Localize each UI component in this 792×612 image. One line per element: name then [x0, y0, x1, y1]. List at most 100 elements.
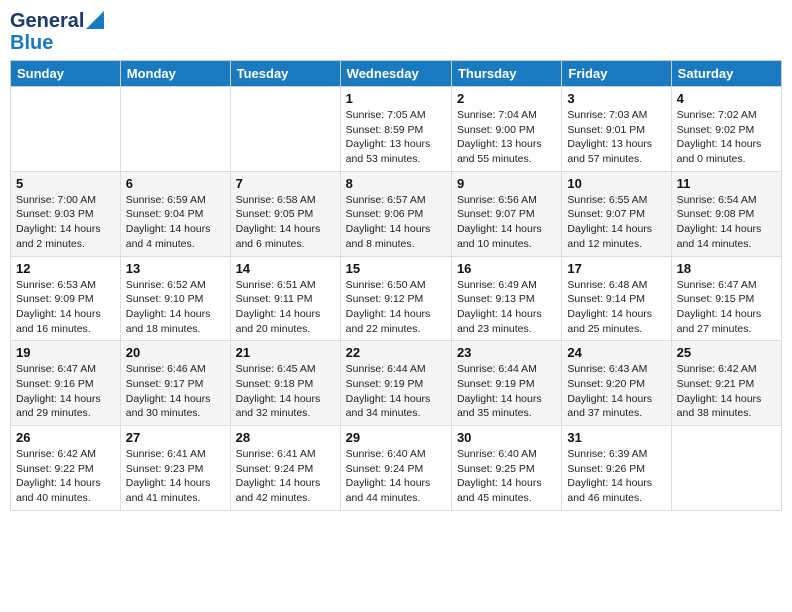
calendar-cell: 10 Sunrise: 6:55 AM Sunset: 9:07 PM Dayli…	[562, 171, 671, 256]
calendar-cell: 9 Sunrise: 6:56 AM Sunset: 9:07 PM Daylig…	[451, 171, 561, 256]
calendar-cell: 27Sunrise: 6:41 AM Sunset: 9:23 PM Dayli…	[120, 426, 230, 511]
day-number: 10	[567, 176, 665, 191]
day-number: 2	[457, 91, 556, 106]
day-number: 26	[16, 430, 115, 445]
day-number: 15	[346, 261, 446, 276]
day-number: 6	[126, 176, 225, 191]
logo-icon	[86, 9, 104, 29]
day-number: 9	[457, 176, 556, 191]
day-info: Sunrise: 6:50 AM Sunset: 9:12 PM Dayligh…	[346, 278, 446, 337]
day-number: 28	[236, 430, 335, 445]
day-number: 13	[126, 261, 225, 276]
calendar-cell: 19 Sunrise: 6:47 AM Sunset: 9:16 PM Dayli…	[11, 341, 121, 426]
day-number: 18	[677, 261, 776, 276]
calendar-table: SundayMondayTuesdayWednesdayThursdayFrid…	[10, 60, 782, 511]
column-header-tuesday: Tuesday	[230, 61, 340, 87]
day-info: Sunrise: 7:00 AM Sunset: 9:03 PM Dayligh…	[16, 193, 115, 252]
day-info: Sunrise: 6:42 AM Sunset: 9:21 PM Dayligh…	[677, 362, 776, 421]
calendar-cell: 29 Sunrise: 6:40 AM Sunset: 9:24 PM Dayli…	[340, 426, 451, 511]
calendar-cell: 30Sunrise: 6:40 AM Sunset: 9:25 PM Dayli…	[451, 426, 561, 511]
day-number: 14	[236, 261, 335, 276]
calendar-cell: 23 Sunrise: 6:44 AM Sunset: 9:19 PM Dayli…	[451, 341, 561, 426]
day-info: Sunrise: 6:43 AM Sunset: 9:20 PM Dayligh…	[567, 362, 665, 421]
day-number: 23	[457, 345, 556, 360]
calendar-cell: 8 Sunrise: 6:57 AM Sunset: 9:06 PM Daylig…	[340, 171, 451, 256]
day-info: Sunrise: 6:45 AM Sunset: 9:18 PM Dayligh…	[236, 362, 335, 421]
calendar-cell: 4 Sunrise: 7:02 AM Sunset: 9:02 PM Daylig…	[671, 87, 781, 172]
day-info: Sunrise: 6:52 AM Sunset: 9:10 PM Dayligh…	[126, 278, 225, 337]
day-info: Sunrise: 6:40 AM Sunset: 9:24 PM Dayligh…	[346, 447, 446, 506]
calendar-cell: 11Sunrise: 6:54 AM Sunset: 9:08 PM Dayli…	[671, 171, 781, 256]
column-header-friday: Friday	[562, 61, 671, 87]
day-info: Sunrise: 6:57 AM Sunset: 9:06 PM Dayligh…	[346, 193, 446, 252]
calendar-cell: 7 Sunrise: 6:58 AM Sunset: 9:05 PM Daylig…	[230, 171, 340, 256]
day-number: 17	[567, 261, 665, 276]
logo: General Blue	[10, 10, 104, 54]
day-info: Sunrise: 6:39 AM Sunset: 9:26 PM Dayligh…	[567, 447, 665, 506]
day-number: 22	[346, 345, 446, 360]
day-info: Sunrise: 7:03 AM Sunset: 9:01 PM Dayligh…	[567, 108, 665, 167]
calendar-header-row: SundayMondayTuesdayWednesdayThursdayFrid…	[11, 61, 782, 87]
day-info: Sunrise: 6:55 AM Sunset: 9:07 PM Dayligh…	[567, 193, 665, 252]
calendar-cell: 22 Sunrise: 6:44 AM Sunset: 9:19 PM Dayli…	[340, 341, 451, 426]
calendar-cell: 18Sunrise: 6:47 AM Sunset: 9:15 PM Dayli…	[671, 256, 781, 341]
calendar-cell: 17 Sunrise: 6:48 AM Sunset: 9:14 PM Dayli…	[562, 256, 671, 341]
calendar-cell	[11, 87, 121, 172]
calendar-cell: 21 Sunrise: 6:45 AM Sunset: 9:18 PM Dayli…	[230, 341, 340, 426]
calendar-cell: 31Sunrise: 6:39 AM Sunset: 9:26 PM Dayli…	[562, 426, 671, 511]
day-number: 21	[236, 345, 335, 360]
day-number: 8	[346, 176, 446, 191]
column-header-sunday: Sunday	[11, 61, 121, 87]
calendar-cell: 13 Sunrise: 6:52 AM Sunset: 9:10 PM Dayli…	[120, 256, 230, 341]
day-info: Sunrise: 6:51 AM Sunset: 9:11 PM Dayligh…	[236, 278, 335, 337]
day-info: Sunrise: 7:02 AM Sunset: 9:02 PM Dayligh…	[677, 108, 776, 167]
column-header-wednesday: Wednesday	[340, 61, 451, 87]
day-info: Sunrise: 6:47 AM Sunset: 9:16 PM Dayligh…	[16, 362, 115, 421]
day-number: 1	[346, 91, 446, 106]
day-info: Sunrise: 6:53 AM Sunset: 9:09 PM Dayligh…	[16, 278, 115, 337]
column-header-thursday: Thursday	[451, 61, 561, 87]
day-number: 4	[677, 91, 776, 106]
calendar-cell: 25 Sunrise: 6:42 AM Sunset: 9:21 PM Dayli…	[671, 341, 781, 426]
calendar-week-row: 5 Sunrise: 7:00 AM Sunset: 9:03 PM Daylig…	[11, 171, 782, 256]
calendar-cell: 2 Sunrise: 7:04 AM Sunset: 9:00 PM Daylig…	[451, 87, 561, 172]
day-number: 25	[677, 345, 776, 360]
day-info: Sunrise: 6:44 AM Sunset: 9:19 PM Dayligh…	[346, 362, 446, 421]
day-number: 16	[457, 261, 556, 276]
day-number: 19	[16, 345, 115, 360]
calendar-cell: 28Sunrise: 6:41 AM Sunset: 9:24 PM Dayli…	[230, 426, 340, 511]
day-info: Sunrise: 7:05 AM Sunset: 8:59 PM Dayligh…	[346, 108, 446, 167]
calendar-cell	[120, 87, 230, 172]
calendar-cell	[671, 426, 781, 511]
day-info: Sunrise: 6:54 AM Sunset: 9:08 PM Dayligh…	[677, 193, 776, 252]
day-info: Sunrise: 6:58 AM Sunset: 9:05 PM Dayligh…	[236, 193, 335, 252]
calendar-cell: 26Sunrise: 6:42 AM Sunset: 9:22 PM Dayli…	[11, 426, 121, 511]
logo-general: General	[10, 10, 84, 32]
day-info: Sunrise: 7:04 AM Sunset: 9:00 PM Dayligh…	[457, 108, 556, 167]
calendar-cell: 6 Sunrise: 6:59 AM Sunset: 9:04 PM Daylig…	[120, 171, 230, 256]
day-info: Sunrise: 6:59 AM Sunset: 9:04 PM Dayligh…	[126, 193, 225, 252]
day-number: 3	[567, 91, 665, 106]
calendar-cell: 16Sunrise: 6:49 AM Sunset: 9:13 PM Dayli…	[451, 256, 561, 341]
column-header-monday: Monday	[120, 61, 230, 87]
calendar-cell: 20Sunrise: 6:46 AM Sunset: 9:17 PM Dayli…	[120, 341, 230, 426]
calendar-week-row: 12Sunrise: 6:53 AM Sunset: 9:09 PM Dayli…	[11, 256, 782, 341]
day-number: 29	[346, 430, 446, 445]
day-info: Sunrise: 6:56 AM Sunset: 9:07 PM Dayligh…	[457, 193, 556, 252]
logo-blue: Blue	[10, 32, 53, 54]
calendar-cell: 24 Sunrise: 6:43 AM Sunset: 9:20 PM Dayli…	[562, 341, 671, 426]
column-header-saturday: Saturday	[671, 61, 781, 87]
day-info: Sunrise: 6:40 AM Sunset: 9:25 PM Dayligh…	[457, 447, 556, 506]
day-info: Sunrise: 6:46 AM Sunset: 9:17 PM Dayligh…	[126, 362, 225, 421]
day-number: 7	[236, 176, 335, 191]
calendar-cell	[230, 87, 340, 172]
calendar-week-row: 1 Sunrise: 7:05 AM Sunset: 8:59 PM Daylig…	[11, 87, 782, 172]
day-number: 24	[567, 345, 665, 360]
day-info: Sunrise: 6:44 AM Sunset: 9:19 PM Dayligh…	[457, 362, 556, 421]
calendar-cell: 14 Sunrise: 6:51 AM Sunset: 9:11 PM Dayli…	[230, 256, 340, 341]
day-number: 27	[126, 430, 225, 445]
calendar-cell: 5 Sunrise: 7:00 AM Sunset: 9:03 PM Daylig…	[11, 171, 121, 256]
day-number: 5	[16, 176, 115, 191]
calendar-cell: 3 Sunrise: 7:03 AM Sunset: 9:01 PM Daylig…	[562, 87, 671, 172]
day-info: Sunrise: 6:48 AM Sunset: 9:14 PM Dayligh…	[567, 278, 665, 337]
